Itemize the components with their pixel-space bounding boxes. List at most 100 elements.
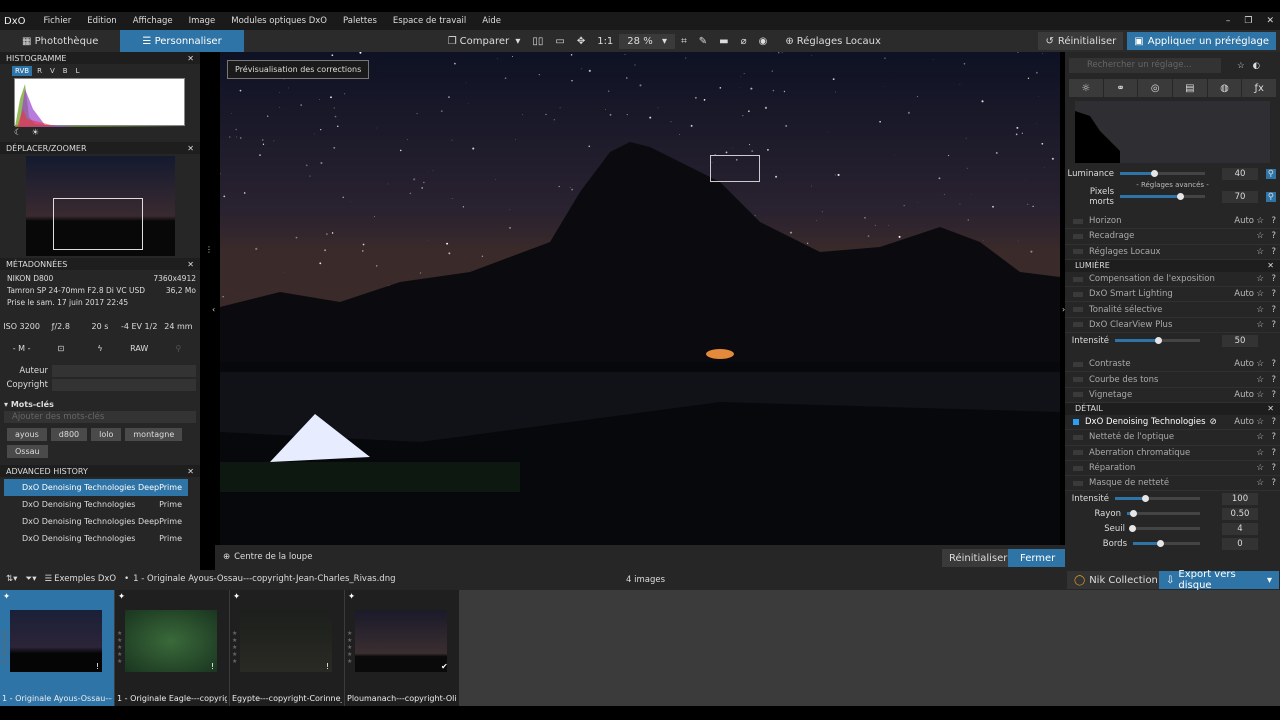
local-adjustments-button[interactable]: ⊕ Réglages Locaux (779, 36, 887, 47)
dead-pixels-value[interactable]: 70 (1222, 190, 1258, 203)
menu-item[interactable]: Image (181, 16, 224, 26)
search-settings-input[interactable]: Rechercher un réglage... (1069, 58, 1221, 73)
channel-button[interactable]: RVB (12, 66, 33, 76)
menu-item[interactable]: Aide (474, 16, 509, 26)
star-icon[interactable]: ☆ (1256, 305, 1264, 315)
star-icon[interactable]: ☆ (1256, 375, 1264, 385)
slider-track[interactable] (1129, 524, 1200, 532)
eyedropper-icon[interactable]: ✎ (693, 36, 713, 47)
toggle[interactable] (1073, 480, 1083, 486)
fx-tab-icon[interactable]: ƒx (1242, 79, 1277, 97)
close-icon[interactable]: ✕ (1267, 404, 1274, 413)
loupe-center-button[interactable]: ⊕ Centre de la loupe (223, 552, 312, 562)
help-icon[interactable]: ? (1271, 417, 1276, 427)
apply-preset-button[interactable]: ▣ Appliquer un préréglage (1127, 32, 1276, 50)
zoom-select[interactable]: 28 % ▾ (619, 33, 676, 49)
keyword-tag[interactable]: d800 (50, 428, 88, 441)
geometry-tab-icon[interactable]: ▤ (1173, 79, 1207, 97)
keyword-tag[interactable]: ayous (7, 428, 47, 441)
setting-row[interactable]: DxO Smart Lighting Auto ☆? (1065, 287, 1280, 303)
setting-row[interactable]: Vignetage Auto ☆? (1065, 388, 1280, 403)
navigator-preview[interactable] (26, 156, 175, 256)
star-icon[interactable]: ☆ (1256, 432, 1264, 442)
luminance-value[interactable]: 40 (1222, 167, 1258, 180)
slider-knob[interactable] (1141, 494, 1149, 502)
collapse-left-icon[interactable]: ‹ (212, 305, 215, 314)
menu-item[interactable]: Modules optiques DxO (223, 16, 335, 26)
slider-value[interactable]: 4 (1222, 522, 1258, 535)
toggle[interactable] (1073, 249, 1083, 255)
close-icon[interactable]: ✕ (187, 144, 194, 153)
eye-icon[interactable]: ◉ (753, 36, 774, 47)
setting-row[interactable]: Recadrage ☆? (1065, 229, 1280, 245)
eye-off-icon[interactable]: ⊘ (1210, 417, 1217, 427)
setting-row[interactable]: Réglages Locaux ☆? (1065, 245, 1280, 260)
setting-row[interactable]: Aberration chromatique ☆? (1065, 446, 1280, 461)
setting-row[interactable]: Netteté de l'optique ☆? (1065, 430, 1280, 446)
sharpen-slider[interactable]: Bords 0 (1065, 536, 1280, 551)
help-icon[interactable]: ? (1271, 289, 1276, 299)
dead-pixels-slider[interactable]: Pixels morts 70 ⚲ (1065, 187, 1280, 207)
slider-track[interactable] (1120, 192, 1205, 200)
repair-icon[interactable]: ⌀ (735, 36, 753, 47)
sharpen-slider[interactable]: Intensité 100 (1065, 491, 1280, 506)
viewer-reset-button[interactable]: Réinitialiser (942, 549, 1015, 567)
keyword-tag[interactable]: montagne (125, 428, 183, 441)
menu-item[interactable]: Espace de travail (385, 16, 474, 26)
slider-knob[interactable] (1156, 539, 1164, 547)
auto-label[interactable]: Auto (1234, 390, 1254, 400)
thumbnail[interactable]: ✦ ★ ★ ★ ★ ★! Egypte---copyright-Corinne_... (230, 590, 344, 706)
star-icon[interactable]: ☆ (1256, 448, 1264, 458)
breadcrumb-folder[interactable]: Exemples DxO (54, 574, 116, 584)
slider-value[interactable]: 0.50 (1222, 507, 1258, 520)
setting-row[interactable]: Courbe des tons ☆? (1065, 372, 1280, 388)
star-icon[interactable]: ☆ (1256, 289, 1264, 299)
light-section-header[interactable]: LUMIÈRE ✕ (1065, 259, 1280, 272)
toggle[interactable] (1073, 465, 1083, 471)
history-item[interactable]: DxO Denoising Technologies Prime (4, 530, 188, 547)
detail-section-header[interactable]: DÉTAIL ✕ (1065, 402, 1280, 415)
help-icon[interactable]: ? (1271, 463, 1276, 473)
star-icon[interactable]: ☆ (1256, 320, 1264, 330)
auto-label[interactable]: Auto (1234, 359, 1254, 369)
row-denoising[interactable]: DxO Denoising Technologies ⊘ Auto ☆? (1065, 415, 1280, 431)
slider-track[interactable] (1120, 169, 1205, 177)
star-icon[interactable]: ☆ (1256, 463, 1264, 473)
menu-item[interactable]: Affichage (125, 16, 181, 26)
slider-track[interactable] (1127, 509, 1200, 517)
star-icon[interactable]: ☆ (1256, 359, 1264, 369)
toggle[interactable] (1073, 434, 1083, 440)
list-icon[interactable]: ☰ (44, 574, 52, 584)
setting-row[interactable]: Tonalité sélective ☆? (1065, 302, 1280, 318)
loupe-frame[interactable] (710, 155, 760, 182)
thumbnail[interactable]: ✦ ★ ★ ★ ★ ★! 1 - Originale Ayous-Ossau---... (0, 590, 114, 706)
move-icon[interactable]: ✥ (571, 36, 591, 47)
luminance-slider[interactable]: Luminance 40 ⚲ (1065, 166, 1280, 181)
chevron-down-icon[interactable]: ▾ (1267, 575, 1272, 586)
tab-customize[interactable]: ☰ Personnaliser (120, 30, 244, 52)
slider-track[interactable] (1115, 494, 1200, 502)
close-icon[interactable]: ✕ (1266, 16, 1274, 26)
channel-button[interactable]: R (34, 66, 45, 76)
toggle-on[interactable] (1073, 419, 1079, 426)
menu-item[interactable]: Palettes (335, 16, 385, 26)
sort-icon[interactable]: ⇅▾ (6, 574, 17, 584)
light-tab-icon[interactable]: ☼ (1069, 79, 1103, 97)
setting-row[interactable]: Réparation ☆? (1065, 461, 1280, 477)
toggle[interactable] (1073, 276, 1083, 282)
export-button[interactable]: ⇩ Export vers disque ▾ (1159, 569, 1279, 591)
toggle[interactable] (1073, 377, 1083, 383)
moon-icon[interactable]: ☾ (14, 128, 22, 138)
thumbnail[interactable]: ✦ ★ ★ ★ ★ ★! 1 - Originale Eagle---copyrig... (115, 590, 229, 706)
nik-collection-button[interactable]: ◯ Nik Collection (1067, 571, 1165, 589)
reset-button[interactable]: ↺ Réinitialiser (1038, 32, 1124, 50)
setting-row[interactable]: Horizon Auto ☆? (1065, 214, 1280, 230)
setting-row[interactable]: Contraste Auto ☆? (1065, 357, 1280, 373)
slider-track[interactable] (1115, 336, 1200, 344)
channel-button[interactable]: L (73, 66, 83, 76)
help-icon[interactable]: ? (1271, 247, 1276, 257)
slider-value[interactable]: 0 (1222, 537, 1258, 550)
setting-row[interactable]: Compensation de l'exposition ☆? (1065, 272, 1280, 288)
sun-icon[interactable]: ☀ (32, 128, 40, 138)
star-icon[interactable]: ☆ (1256, 390, 1264, 400)
